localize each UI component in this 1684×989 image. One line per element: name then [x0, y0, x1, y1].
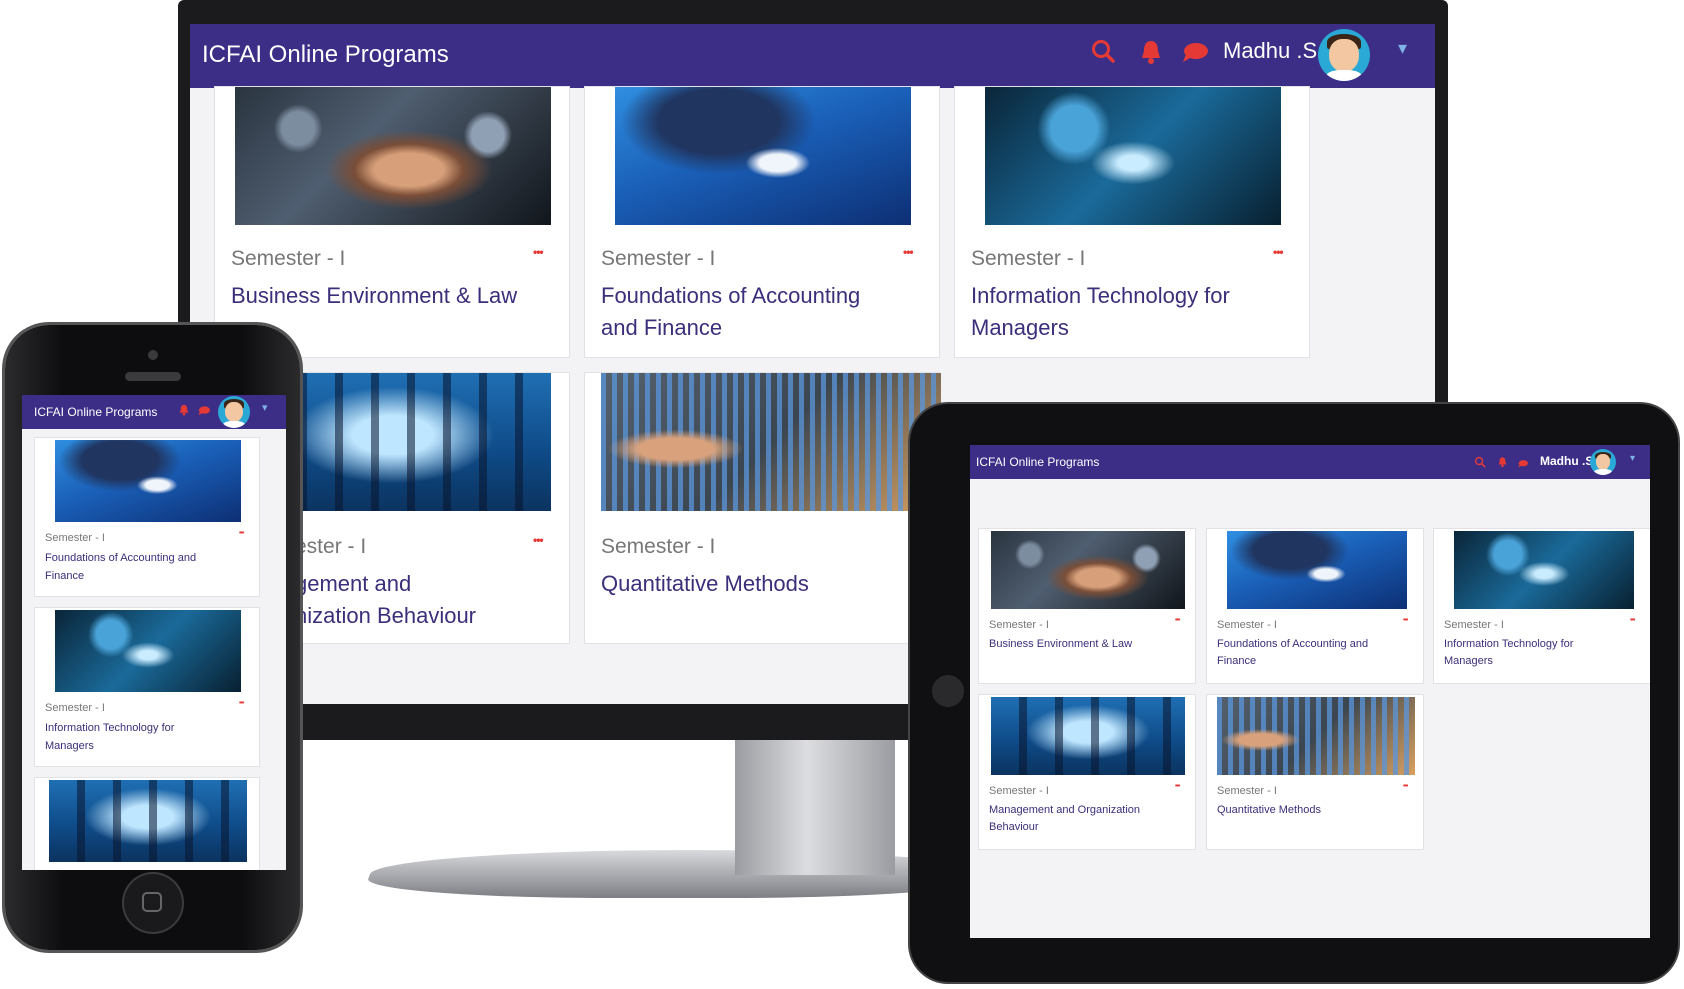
semester-label: Semester - I — [1217, 619, 1277, 631]
course-card[interactable]: Semester - I ••• Business Environment & … — [214, 86, 570, 358]
course-title-line2[interactable]: Finance — [45, 570, 84, 582]
course-image — [55, 440, 241, 522]
semester-label: Semester - I — [1217, 785, 1277, 797]
course-title-line2[interactable]: Behaviour — [989, 821, 1039, 833]
more-dots-icon[interactable]: ••• — [239, 530, 244, 537]
user-name[interactable]: Madhu .S — [1540, 454, 1593, 468]
bell-icon[interactable] — [1497, 455, 1508, 473]
semester-label: Semester - I — [601, 247, 716, 270]
course-card[interactable]: Semester - I ••• Information Technology … — [954, 86, 1310, 358]
course-title[interactable]: Information Technology for — [1444, 638, 1573, 650]
course-image — [601, 373, 941, 511]
course-title-line2[interactable]: Managers — [971, 315, 1069, 341]
course-card[interactable]: Semester - I ••• Foundations of Accounti… — [1206, 528, 1424, 684]
course-title-line2[interactable]: Finance — [1217, 655, 1256, 667]
chat-icon[interactable] — [1180, 40, 1210, 71]
course-title[interactable]: Management and Organization — [989, 804, 1140, 816]
course-title-line2[interactable]: nization Behaviour — [295, 603, 476, 629]
course-title[interactable]: Business Environment & Law — [231, 283, 517, 309]
semester-label: Semester - I — [989, 619, 1049, 631]
more-dots-icon[interactable]: ••• — [903, 245, 914, 259]
more-dots-icon[interactable]: ••• — [1630, 617, 1635, 624]
course-image — [235, 87, 551, 225]
more-dots-icon[interactable]: ••• — [533, 245, 544, 259]
course-card[interactable]: Semester - I ••• Business Environment & … — [978, 528, 1196, 684]
course-card[interactable]: Semester - I ••• Foundations of Accounti… — [584, 86, 940, 358]
app-title[interactable]: ICFAI Online Programs — [202, 41, 449, 69]
course-title[interactable]: Foundations of Accounting and — [45, 552, 196, 564]
course-title[interactable]: Business Environment & Law — [989, 638, 1132, 650]
course-title-line2[interactable]: and Finance — [601, 315, 722, 341]
bell-icon[interactable] — [1138, 38, 1164, 71]
semester-label: Semester - I — [971, 247, 1086, 270]
tablet-navbar: ICFAI Online Programs Madhu .S ▾ — [970, 445, 1650, 479]
avatar[interactable] — [1318, 29, 1370, 81]
phone-camera — [148, 350, 158, 360]
avatar[interactable] — [1590, 449, 1616, 475]
phone-navbar: ICFAI Online Programs ▾ — [22, 395, 286, 429]
course-image — [991, 697, 1185, 775]
course-image — [1454, 531, 1634, 609]
app-title[interactable]: ICFAI Online Programs — [34, 405, 157, 419]
semester-label: Semester - I — [989, 785, 1049, 797]
course-image — [1217, 697, 1415, 775]
more-dots-icon[interactable]: ••• — [1403, 783, 1408, 790]
monitor-stand-base — [361, 850, 999, 898]
course-title[interactable]: Foundations of Accounting and — [1217, 638, 1368, 650]
course-card[interactable] — [34, 777, 260, 870]
more-dots-icon[interactable]: ••• — [533, 533, 544, 547]
chat-icon[interactable] — [197, 404, 211, 422]
chevron-down-icon[interactable]: ▾ — [1630, 453, 1635, 464]
search-icon[interactable] — [1474, 455, 1486, 473]
course-image — [991, 531, 1185, 609]
semester-label: Semester - I — [45, 702, 105, 714]
more-dots-icon[interactable]: ••• — [239, 700, 244, 707]
phone-speaker — [125, 372, 181, 381]
course-card[interactable]: Semester - I ••• Information Technology … — [34, 607, 260, 767]
phone-screen: ICFAI Online Programs ▾ Semester - I •••… — [22, 395, 286, 870]
user-name[interactable]: Madhu .S — [1223, 38, 1317, 64]
more-dots-icon[interactable]: ••• — [1175, 783, 1180, 790]
search-icon[interactable] — [1090, 38, 1120, 68]
chevron-down-icon[interactable]: ▾ — [1398, 38, 1407, 59]
phone-home-square — [142, 892, 162, 912]
bell-icon[interactable] — [178, 403, 190, 422]
course-title-line2[interactable]: Managers — [1444, 655, 1493, 667]
tablet-home-button[interactable] — [932, 675, 964, 707]
course-image — [1227, 531, 1407, 609]
semester-label: Semester - I — [1444, 619, 1504, 631]
more-dots-icon[interactable]: ••• — [1403, 617, 1408, 624]
course-image — [55, 610, 241, 692]
more-dots-icon[interactable]: ••• — [1175, 617, 1180, 624]
course-card[interactable]: Semester - I ••• Quantitative Methods — [1206, 694, 1424, 850]
semester-label: Semester - I — [45, 532, 105, 544]
monitor-stand-neck — [735, 735, 895, 875]
course-title[interactable]: gement and — [295, 571, 411, 597]
chat-icon[interactable] — [1517, 456, 1529, 474]
semester-label: Semester - I — [601, 535, 716, 558]
course-title-line2[interactable]: Managers — [45, 740, 94, 752]
course-title[interactable]: Information Technology for — [971, 283, 1230, 309]
semester-label: Semester - I — [231, 247, 346, 270]
course-title[interactable]: Information Technology for — [45, 722, 174, 734]
app-title[interactable]: ICFAI Online Programs — [976, 455, 1099, 469]
chevron-down-icon[interactable]: ▾ — [262, 401, 268, 414]
course-title[interactable]: Quantitative Methods — [1217, 804, 1321, 816]
course-image — [615, 87, 911, 225]
course-title[interactable]: Foundations of Accounting — [601, 283, 860, 309]
tablet-screen: ICFAI Online Programs Madhu .S ▾ Semeste… — [970, 445, 1650, 938]
course-card[interactable]: Semester - I ••• Foundations of Accounti… — [34, 437, 260, 597]
avatar[interactable] — [218, 396, 250, 428]
semester-label: ester - I — [295, 535, 367, 558]
more-dots-icon[interactable]: ••• — [1273, 245, 1284, 259]
course-image — [985, 87, 1281, 225]
course-card[interactable]: Semester - I ••• Information Technology … — [1433, 528, 1650, 684]
course-image — [49, 780, 247, 862]
course-title[interactable]: Quantitative Methods — [601, 571, 809, 597]
course-card[interactable]: Semester - I ••• Management and Organiza… — [978, 694, 1196, 850]
course-card[interactable]: Semester - I Quantitative Methods — [584, 372, 941, 644]
desktop-navbar: ICFAI Online Programs Madhu .S ▾ — [190, 24, 1435, 88]
